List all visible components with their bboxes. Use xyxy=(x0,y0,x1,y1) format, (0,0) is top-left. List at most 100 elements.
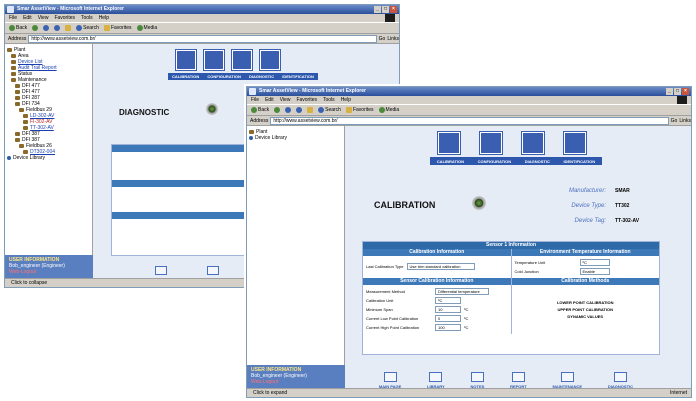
last-calibration-type-field[interactable]: Use trim standard calibration xyxy=(406,263,475,270)
home-icon[interactable] xyxy=(65,25,72,31)
forward-arrow-icon[interactable] xyxy=(274,107,281,113)
menu-help[interactable]: Help xyxy=(341,96,351,104)
diagnostic-hand-icon[interactable] xyxy=(232,50,252,70)
configuration-gear-icon[interactable] xyxy=(480,132,502,154)
calibration-tool-icon[interactable] xyxy=(438,132,460,154)
temperature-unit-field[interactable]: ºC xyxy=(579,259,610,266)
folder-icon xyxy=(23,120,28,124)
refresh-icon[interactable] xyxy=(54,25,61,31)
menu-tools[interactable]: Tools xyxy=(81,14,93,22)
logout-link[interactable]: Web-Logout xyxy=(9,269,89,275)
identification-chart-icon[interactable] xyxy=(564,132,586,154)
search-button[interactable]: Search xyxy=(318,105,341,115)
menu-favorites[interactable]: Favorites xyxy=(54,14,75,22)
favorites-button[interactable]: Favorites xyxy=(103,23,132,33)
nav-main-page[interactable]: MAIN PAGE xyxy=(379,372,401,389)
links-button[interactable]: Links xyxy=(679,118,691,124)
media-button[interactable]: Media xyxy=(378,105,399,115)
nav-configuration[interactable]: CONFIGURATION xyxy=(207,74,240,79)
nav-notes[interactable]: NOTES xyxy=(471,372,484,389)
links-button[interactable]: Links xyxy=(387,36,399,42)
menu-edit[interactable]: Edit xyxy=(23,14,32,22)
main-panel: CALIBRATION CONFIGURATION DIAGNOSTIC IDE… xyxy=(346,126,691,389)
tree-node[interactable]: Device Library xyxy=(249,135,342,141)
go-button[interactable]: Go xyxy=(671,118,678,124)
back-button[interactable]: Back xyxy=(251,105,269,115)
calibration-row-unit: ºC xyxy=(464,316,469,321)
menu-favorites[interactable]: Favorites xyxy=(296,96,317,104)
search-button[interactable]: Search xyxy=(76,23,99,33)
browser-window-front[interactable]: Smar AssetView - Microsoft Internet Expl… xyxy=(246,86,692,398)
title-bar[interactable]: Smar AssetView - Microsoft Internet Expl… xyxy=(247,87,691,96)
diagnostic-hand-icon[interactable] xyxy=(522,132,544,154)
folder-icon xyxy=(15,96,20,100)
media-button[interactable]: Media xyxy=(136,23,157,33)
menu-tools[interactable]: Tools xyxy=(323,96,335,104)
nav-calibration[interactable]: CALIBRATION xyxy=(437,159,464,164)
menu-help[interactable]: Help xyxy=(99,14,109,22)
dynamic-values-link[interactable]: DYNAMIC VALUES xyxy=(512,313,660,320)
search-icon xyxy=(318,107,325,113)
forward-arrow-icon[interactable] xyxy=(32,25,39,31)
menu-file[interactable]: File xyxy=(251,96,259,104)
folder-icon xyxy=(11,54,16,58)
nav-diagnostic[interactable]: DIAGNOSTIC xyxy=(249,74,274,79)
go-button[interactable]: Go xyxy=(379,36,386,42)
close-button[interactable]: × xyxy=(390,6,397,13)
nav-calibration[interactable]: CALIBRATION xyxy=(172,74,199,79)
nav-diagnostic[interactable]: DIAGNOSTIC xyxy=(525,159,550,164)
close-button[interactable]: × xyxy=(682,88,689,95)
menu-view[interactable]: View xyxy=(280,96,291,104)
cold-junction-field[interactable]: Enable xyxy=(579,268,610,275)
calibration-row-field[interactable]: 100 xyxy=(435,324,461,331)
browser-toolbar: Back Search Favorites Media xyxy=(5,22,399,34)
calibration-tool-icon[interactable] xyxy=(176,50,196,70)
device-gear-icon xyxy=(206,103,218,115)
lower-point-calibration-link[interactable]: LOWER POINT CALIBRATION xyxy=(512,299,660,306)
nav-report[interactable]: REPORT xyxy=(510,372,527,389)
stop-icon[interactable] xyxy=(285,107,292,113)
title-bar[interactable]: Smar AssetView - Microsoft Internet Expl… xyxy=(5,5,399,14)
maintenance-icon xyxy=(560,372,574,382)
maximize-button[interactable]: □ xyxy=(382,6,389,13)
nav-maintenance[interactable]: MAINTENANCE xyxy=(553,372,582,389)
calibration-info-heading: Calibration Information xyxy=(363,249,511,256)
nav-identification[interactable]: IDENTIFICATION xyxy=(563,159,595,164)
refresh-icon[interactable] xyxy=(296,107,303,113)
media-icon xyxy=(136,25,143,31)
calibration-row-field[interactable]: ºC xyxy=(435,297,461,304)
calibration-row-unit: ºC xyxy=(464,325,469,330)
menu-edit[interactable]: Edit xyxy=(265,96,274,104)
calibration-row-field[interactable]: 0 xyxy=(435,315,461,322)
nav-identification[interactable]: IDENTIFICATION xyxy=(282,74,314,79)
minimize-button[interactable]: _ xyxy=(374,6,381,13)
calibration-row-unit: ºC xyxy=(464,307,469,312)
back-button[interactable]: Back xyxy=(9,23,27,33)
menu-file[interactable]: File xyxy=(9,14,17,22)
favorites-button[interactable]: Favorites xyxy=(345,105,374,115)
nav-diagnostic-bottom[interactable]: DIAGNOSTIC xyxy=(608,372,633,389)
stop-icon[interactable] xyxy=(43,25,50,31)
upper-point-calibration-link[interactable]: UPPER POINT CALIBRATION xyxy=(512,306,660,313)
back-arrow-icon xyxy=(9,25,15,31)
identification-chart-icon[interactable] xyxy=(260,50,280,70)
logout-link[interactable]: Web-Logout xyxy=(251,379,341,385)
minimize-button[interactable]: _ xyxy=(666,88,673,95)
calibration-row-field[interactable]: 10 xyxy=(435,306,461,313)
menu-bar: File Edit View Favorites Tools Help xyxy=(5,14,399,22)
calibration-row: Current Low Point Calibration 0 ºC xyxy=(366,314,508,323)
nav-configuration[interactable]: CONFIGURATION xyxy=(478,159,511,164)
folder-icon xyxy=(11,60,16,64)
maximize-button[interactable]: □ xyxy=(674,88,681,95)
nav-library[interactable]: LIBRARY xyxy=(427,372,445,389)
address-input[interactable]: http://www.assetview.com.br/ xyxy=(270,116,669,125)
configuration-gear-icon[interactable] xyxy=(204,50,224,70)
tree-node[interactable]: Device Library xyxy=(7,155,90,161)
bottom-nav: MAIN PAGE LIBRARY NOTES REPORT MAINTENAN… xyxy=(366,372,646,389)
star-icon xyxy=(345,107,352,113)
address-input[interactable]: http://www.assetview.com.br/ xyxy=(28,34,377,43)
top-icon-row xyxy=(438,132,586,154)
home-icon[interactable] xyxy=(307,107,314,113)
calibration-row-field[interactable]: Differential temperature xyxy=(435,288,489,295)
menu-view[interactable]: View xyxy=(38,14,49,22)
